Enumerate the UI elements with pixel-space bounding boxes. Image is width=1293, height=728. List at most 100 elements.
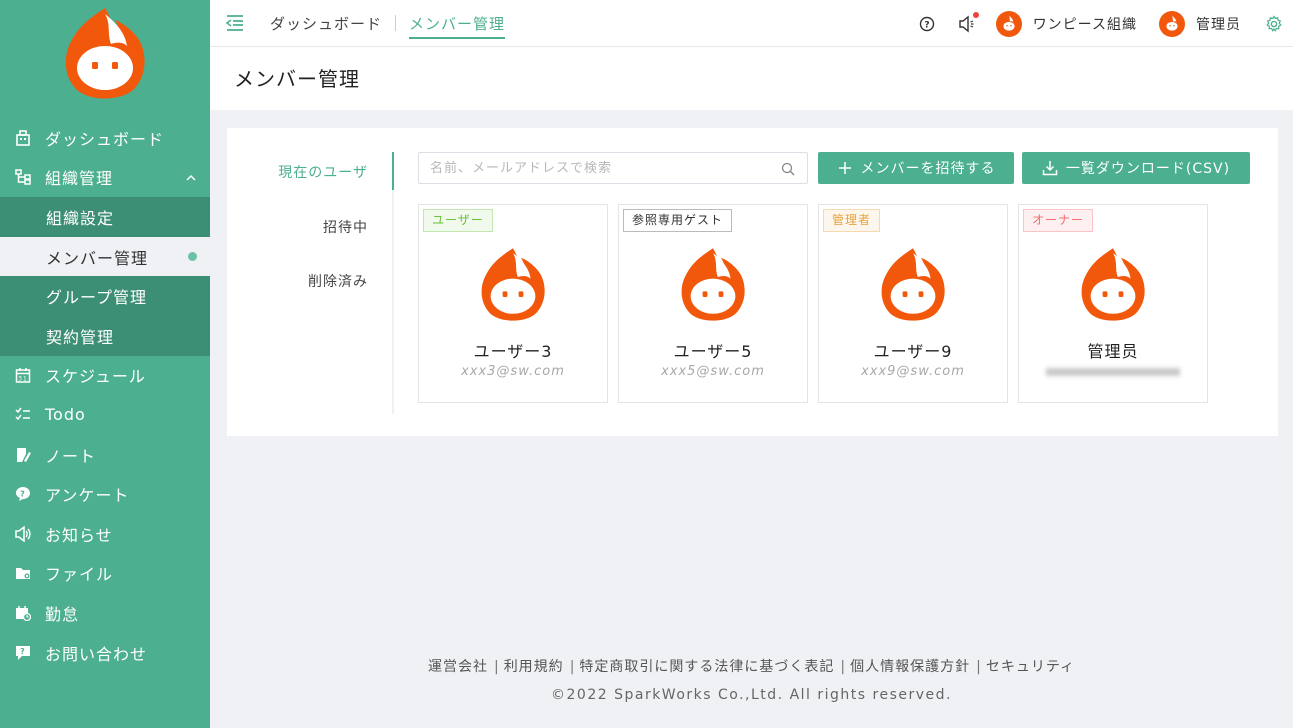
member-email-redacted	[1019, 364, 1207, 380]
active-indicator-dot	[188, 251, 197, 261]
breadcrumb-dashboard[interactable]: ダッシュボード	[270, 13, 382, 34]
sidebar: ダッシュボード 組織管理 組織設定 メンバー管理 グループ管理 契約管理 31 …	[0, 0, 210, 728]
speaker-icon	[14, 525, 32, 543]
footer-link-terms[interactable]: 利用規約	[504, 659, 564, 675]
notification-dot	[972, 11, 979, 18]
sidebar-item-label: アンケート	[45, 486, 130, 506]
sidebar-item-contact[interactable]: ? お問い合わせ	[0, 633, 210, 673]
plus-icon	[837, 160, 853, 176]
sidebar-item-label: 契約管理	[46, 327, 115, 347]
member-card[interactable]: オーナー 管理员	[1018, 204, 1208, 403]
sidebar-item-label: お知らせ	[45, 525, 113, 545]
sidebar-item-news[interactable]: お知らせ	[0, 514, 210, 554]
search-input[interactable]	[430, 160, 770, 176]
tab-invited[interactable]: 招待中	[323, 217, 368, 237]
breadcrumb-member-management[interactable]: メンバー管理	[409, 13, 506, 39]
sidebar-item-label: Todo	[45, 405, 86, 425]
footer-link-security[interactable]: セキュリティ	[986, 659, 1075, 675]
sidebar-item-attendance[interactable]: 勤怠	[0, 593, 210, 633]
top-header: ダッシュボード メンバー管理 ? ワンピース組織 管理员	[210, 0, 1293, 47]
footer-link-company[interactable]: 運営会社	[428, 659, 488, 675]
member-avatar	[873, 245, 953, 325]
page-title-bar: メンバー管理	[210, 47, 1293, 110]
org-name: ワンピース組織	[1032, 16, 1137, 33]
page-title: メンバー管理	[234, 67, 360, 91]
member-email: xxx9@sw.com	[861, 364, 965, 379]
sidebar-item-label: ノート	[45, 446, 97, 466]
header-actions: ? ワンピース組織 管理员	[918, 0, 1293, 47]
role-badge: ユーザー	[423, 209, 493, 232]
role-badge: 参照専用ゲスト	[623, 209, 733, 232]
footer-link-commerce-law[interactable]: 特定商取引に関する法律に基づく表記	[579, 659, 834, 675]
notification-speaker-icon[interactable]	[958, 11, 979, 33]
member-search	[418, 152, 808, 184]
member-avatar	[473, 245, 553, 325]
sidebar-item-files[interactable]: ファイル	[0, 554, 210, 594]
member-card[interactable]: 参照専用ゲスト ユーザー5 xxx5@sw.com	[618, 204, 808, 403]
member-name: ユーザー9	[873, 342, 953, 361]
sidebar-item-org-management[interactable]: 組織管理	[0, 158, 210, 198]
checklist-icon	[14, 406, 32, 424]
sidebar-menu: ダッシュボード 組織管理 組織設定 メンバー管理 グループ管理 契約管理 31 …	[0, 118, 210, 672]
member-name: ユーザー3	[473, 342, 553, 361]
sidebar-item-survey[interactable]: ? アンケート	[0, 474, 210, 514]
sidebar-item-member-management[interactable]: メンバー管理	[0, 236, 210, 277]
sidebar-item-org-settings[interactable]: 組織設定	[0, 197, 210, 237]
sidebar-item-label: お問い合わせ	[45, 644, 148, 664]
member-email: xxx3@sw.com	[461, 364, 565, 379]
member-card[interactable]: ユーザー ユーザー3 xxx3@sw.com	[418, 204, 608, 403]
footer-separator: |	[493, 659, 500, 675]
sidebar-item-schedule[interactable]: 31 スケジュール	[0, 356, 210, 396]
settings-gear-icon[interactable]	[1265, 14, 1283, 33]
sidebar-item-label: 組織設定	[46, 208, 115, 228]
sidebar-item-note[interactable]: ノート	[0, 435, 210, 475]
org-submenu: 組織設定 メンバー管理 グループ管理 契約管理	[0, 197, 210, 356]
help-icon[interactable]: ?	[918, 15, 936, 33]
chevron-up-icon	[184, 170, 198, 184]
user-name: 管理员	[1196, 16, 1241, 33]
chat-question-icon: ?	[14, 644, 32, 662]
sidebar-item-group-management[interactable]: グループ管理	[0, 276, 210, 316]
menu-collapse-icon[interactable]	[224, 12, 246, 34]
sidebar-item-label: グループ管理	[46, 288, 148, 308]
invite-member-button[interactable]: メンバーを招待する	[818, 152, 1014, 184]
member-card[interactable]: 管理者 ユーザー9 xxx9@sw.com	[818, 204, 1008, 403]
footer-links: 運営会社 | 利用規約 | 特定商取引に関する法律に基づく表記 | 個人情報保護方針 | セキュ…	[210, 656, 1293, 676]
footer-link-privacy[interactable]: 個人情報保護方針	[850, 659, 970, 675]
member-panel: 現在のユーザ 招待中 削除済み メンバーを招待する 一覧ダウンロード(CSV) …	[227, 128, 1278, 436]
user-avatar	[1159, 10, 1185, 37]
member-status-tabs: 現在のユーザ 招待中 削除済み	[227, 152, 394, 414]
svg-text:?: ?	[20, 490, 26, 499]
note-icon	[14, 446, 32, 464]
invite-member-label: メンバーを招待する	[860, 161, 996, 177]
footer-separator: |	[840, 659, 847, 675]
sidebar-item-label: 組織管理	[45, 169, 114, 189]
role-badge: オーナー	[1023, 209, 1094, 232]
active-tab-indicator	[392, 152, 394, 190]
sidebar-item-label: 勤怠	[45, 604, 80, 624]
download-csv-button[interactable]: 一覧ダウンロード(CSV)	[1022, 152, 1250, 184]
member-name: ユーザー5	[673, 342, 753, 361]
breadcrumb-separator	[395, 15, 397, 31]
search-icon[interactable]	[781, 161, 795, 176]
copyright: ©2022 SparkWorks Co.,Ltd. All rights res…	[551, 687, 952, 703]
footer-separator: |	[569, 659, 576, 675]
sidebar-item-label: メンバー管理	[46, 248, 149, 268]
member-name: 管理员	[1087, 342, 1139, 361]
attendance-icon	[14, 604, 32, 622]
footer-separator: |	[976, 659, 982, 675]
user-menu[interactable]: 管理员	[1159, 10, 1241, 37]
tab-deleted[interactable]: 削除済み	[308, 271, 368, 291]
calendar-icon: 31	[14, 366, 32, 384]
dashboard-icon	[14, 129, 32, 147]
folder-icon	[14, 564, 32, 582]
sidebar-item-todo[interactable]: Todo	[0, 395, 210, 435]
survey-icon: ?	[14, 485, 32, 503]
org-switcher[interactable]: ワンピース組織	[995, 10, 1137, 37]
svg-text:?: ?	[924, 20, 929, 30]
sidebar-item-contract-management[interactable]: 契約管理	[0, 315, 210, 356]
tab-current-users[interactable]: 現在のユーザ	[278, 162, 368, 182]
sidebar-item-label: スケジュール	[45, 367, 146, 387]
app-logo[interactable]	[0, 0, 210, 118]
sidebar-item-dashboard[interactable]: ダッシュボード	[0, 118, 210, 158]
